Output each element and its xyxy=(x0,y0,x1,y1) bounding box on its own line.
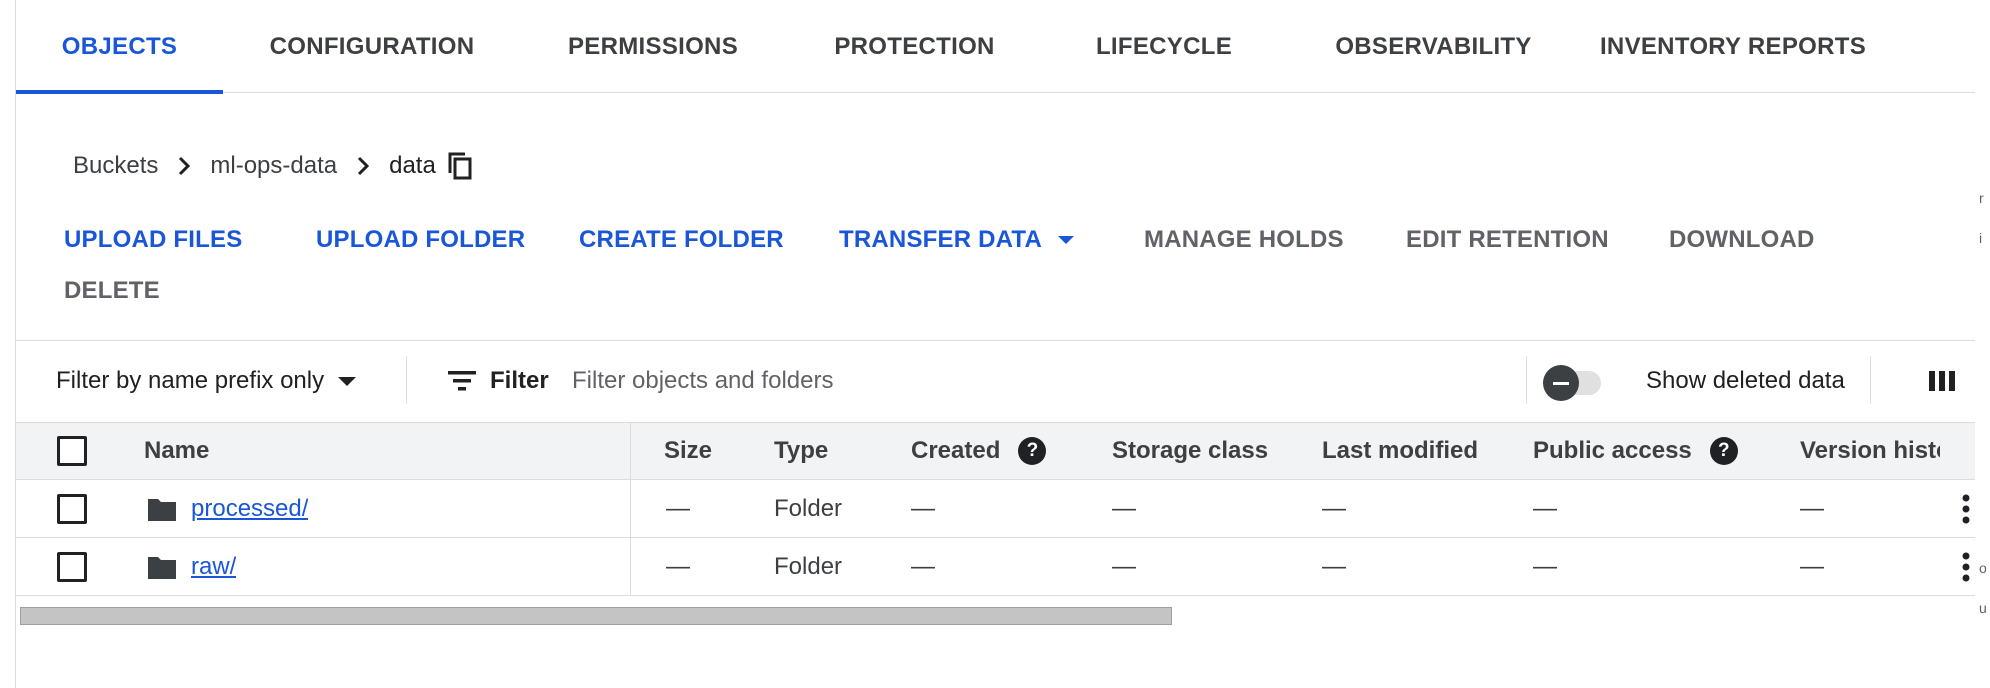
filter-bar: Filter by name prefix only Filter Show d… xyxy=(16,340,1990,422)
size-cell: — xyxy=(666,494,690,522)
last-modified-cell: — xyxy=(1322,552,1346,580)
tab-bar: OBJECTS CONFIGURATION PERMISSIONS PROTEC… xyxy=(16,0,1990,94)
chevron-right-icon xyxy=(345,148,381,184)
breadcrumb-current-folder: data xyxy=(389,152,436,179)
bucket-details-panel: OBJECTS CONFIGURATION PERMISSIONS PROTEC… xyxy=(15,0,1990,688)
horizontal-scrollbar[interactable] xyxy=(20,607,1172,625)
select-all-checkbox[interactable] xyxy=(57,436,87,466)
name-cell: raw/ xyxy=(147,538,236,595)
version-history-cell: — xyxy=(1800,552,1824,580)
header-last-modified[interactable]: Last modified xyxy=(1322,423,1478,479)
created-cell: — xyxy=(911,494,935,522)
chevron-right-icon xyxy=(166,148,202,184)
type-cell: Folder xyxy=(774,494,843,522)
header-type[interactable]: Type xyxy=(774,423,828,479)
size-cell: — xyxy=(666,552,690,580)
storage-class-cell: — xyxy=(1112,552,1136,580)
download-button[interactable]: DOWNLOAD xyxy=(1669,215,1815,265)
breadcrumb-buckets[interactable]: Buckets xyxy=(73,152,158,180)
table-header: Name Size Type Created ? Storage class L… xyxy=(16,422,1990,480)
breadcrumb-bucket[interactable]: ml-ops-data xyxy=(210,152,337,180)
public-access-cell: — xyxy=(1533,552,1557,580)
tab-objects[interactable]: OBJECTS xyxy=(16,0,223,94)
header-size[interactable]: Size xyxy=(664,423,712,479)
edit-retention-button[interactable]: EDIT RETENTION xyxy=(1406,215,1609,265)
select-all-cell xyxy=(57,423,87,479)
transfer-data-button[interactable]: TRANSFER DATA xyxy=(839,215,1075,265)
version-history-cell: — xyxy=(1800,494,1824,522)
folder-link[interactable]: processed/ xyxy=(191,495,308,523)
header-created: Created ? xyxy=(911,423,1047,479)
filter-label-text: Filter xyxy=(490,367,549,394)
filter-label: Filter xyxy=(448,340,549,422)
header-name[interactable]: Name xyxy=(144,423,209,479)
help-icon[interactable]: ? xyxy=(1018,437,1047,465)
divider xyxy=(1526,356,1527,404)
page-edge: r i o u xyxy=(1975,0,1990,688)
row-checkbox[interactable] xyxy=(57,493,87,524)
created-cell: — xyxy=(911,552,935,580)
tab-protection[interactable]: PROTECTION xyxy=(785,0,1044,93)
upload-folder-button[interactable]: UPLOAD FOLDER xyxy=(316,215,525,265)
show-deleted-label: Show deleted data xyxy=(1646,367,1845,394)
edge-glyph: u xyxy=(1979,600,1987,616)
edge-glyph: o xyxy=(1979,560,1987,576)
header-public-access: Public access ? xyxy=(1533,423,1738,479)
tab-permissions[interactable]: PERMISSIONS xyxy=(521,0,785,93)
column-display-icon[interactable] xyxy=(1926,365,1958,397)
help-icon[interactable]: ? xyxy=(1709,437,1738,465)
manage-holds-button[interactable]: MANAGE HOLDS xyxy=(1144,215,1344,265)
public-access-cell: — xyxy=(1533,494,1557,522)
filter-list-icon xyxy=(448,371,476,391)
table-row: processed/ — Folder — — — — — xyxy=(16,480,1990,538)
header-storage-class[interactable]: Storage class xyxy=(1112,423,1268,479)
header-public-access-label[interactable]: Public access xyxy=(1533,437,1692,465)
column-divider xyxy=(630,422,631,596)
transfer-data-label: TRANSFER DATA xyxy=(839,226,1043,253)
filter-mode-dropdown[interactable]: Filter by name prefix only xyxy=(56,340,357,422)
divider xyxy=(406,356,407,404)
create-folder-button[interactable]: CREATE FOLDER xyxy=(579,215,784,265)
type-cell: Folder xyxy=(774,552,843,580)
toggle-thumb xyxy=(1543,365,1579,401)
delete-button[interactable]: DELETE xyxy=(64,266,160,316)
folder-icon xyxy=(148,556,176,579)
show-deleted-toggle[interactable] xyxy=(1543,365,1603,401)
edge-glyph: r xyxy=(1979,190,1984,206)
filter-input[interactable] xyxy=(572,360,1512,402)
copy-icon[interactable] xyxy=(444,150,476,182)
row-select-cell xyxy=(57,480,87,537)
caret-down-icon xyxy=(338,376,357,386)
tab-lifecycle[interactable]: LIFECYCLE xyxy=(1044,0,1284,93)
row-select-cell xyxy=(57,538,87,595)
tab-inventory-reports[interactable]: INVENTORY REPORTS xyxy=(1583,0,1883,93)
filter-mode-label: Filter by name prefix only xyxy=(56,367,325,394)
row-checkbox[interactable] xyxy=(57,551,87,582)
header-version-history[interactable]: Version histo xyxy=(1800,423,1940,479)
table-row: raw/ — Folder — — — — — xyxy=(16,538,1990,596)
name-cell: processed/ xyxy=(147,480,308,537)
caret-down-icon xyxy=(1058,236,1075,244)
tab-configuration[interactable]: CONFIGURATION xyxy=(223,0,521,93)
edge-glyph: i xyxy=(1979,230,1983,246)
divider xyxy=(1870,356,1871,404)
tab-observability[interactable]: OBSERVABILITY xyxy=(1284,0,1583,93)
last-modified-cell: — xyxy=(1322,494,1346,522)
breadcrumb: Buckets ml-ops-data data xyxy=(73,148,476,184)
folder-icon xyxy=(148,498,176,521)
header-created-label[interactable]: Created xyxy=(911,437,1000,465)
storage-class-cell: — xyxy=(1112,494,1136,522)
upload-files-button[interactable]: UPLOAD FILES xyxy=(64,215,242,265)
folder-link[interactable]: raw/ xyxy=(191,553,236,581)
